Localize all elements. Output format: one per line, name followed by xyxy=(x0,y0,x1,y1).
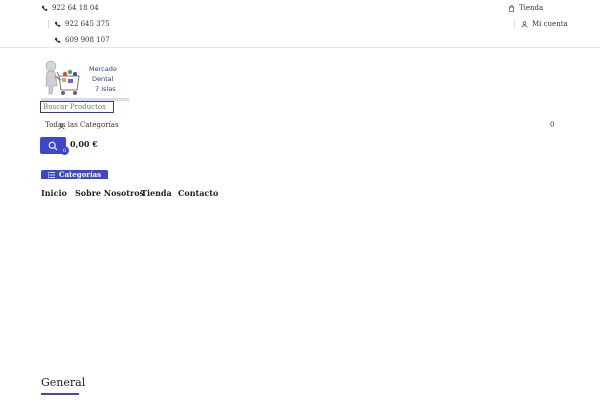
phone-number: 922 645 375 xyxy=(65,20,110,28)
search-input[interactable] xyxy=(40,101,114,113)
account-link-label: Mi cuenta xyxy=(532,20,568,28)
nav-item-inicio[interactable]: Inicio xyxy=(41,188,67,198)
user-icon xyxy=(58,123,65,130)
categories-button-label: Categorías xyxy=(58,170,102,179)
separator xyxy=(514,20,515,28)
categories-button[interactable]: Categorías xyxy=(41,170,108,179)
separator xyxy=(48,20,49,28)
phone-icon xyxy=(41,5,48,11)
phone-number: 609 908 107 xyxy=(65,36,110,44)
phone-number: 922 64 18 04 xyxy=(52,4,99,12)
shop-link[interactable]: Tienda xyxy=(508,4,543,12)
category-count: 0 xyxy=(550,121,555,129)
section-underline xyxy=(41,393,79,395)
site-logo[interactable]: Mercado Dental 7 Islas xyxy=(41,60,129,102)
nav-item-sobre-nosotros[interactable]: Sobre Nosotros xyxy=(75,188,144,198)
top-bar: 922 64 18 04 922 645 375 609 908 107 Tie… xyxy=(0,0,600,48)
phone-1[interactable]: 922 64 18 04 xyxy=(41,4,99,12)
account-link[interactable]: Mi cuenta xyxy=(521,20,568,28)
cart-count-badge[interactable]: 0 xyxy=(60,146,69,155)
cart-total[interactable]: 0,00 € xyxy=(70,139,98,149)
section-title: General xyxy=(41,376,86,389)
logo-line2: Dental xyxy=(92,75,114,83)
search-icon xyxy=(48,141,58,150)
phone-icon xyxy=(54,21,61,27)
logo-line1: Mercado xyxy=(89,65,117,73)
shop-link-label: Tienda xyxy=(519,4,544,12)
phone-2[interactable]: 922 645 375 xyxy=(54,20,110,28)
bag-icon xyxy=(509,4,514,12)
list-icon xyxy=(47,171,55,178)
category-select[interactable]: Todas las Categorías xyxy=(45,121,119,129)
user-icon xyxy=(521,20,528,28)
phone-3[interactable]: 609 908 107 xyxy=(54,36,110,44)
logo-line3: 7 Islas xyxy=(95,85,116,93)
nav-item-contacto[interactable]: Contacto xyxy=(178,188,218,198)
phone-icon xyxy=(54,37,61,43)
nav-item-tienda[interactable]: Tienda xyxy=(141,188,172,198)
